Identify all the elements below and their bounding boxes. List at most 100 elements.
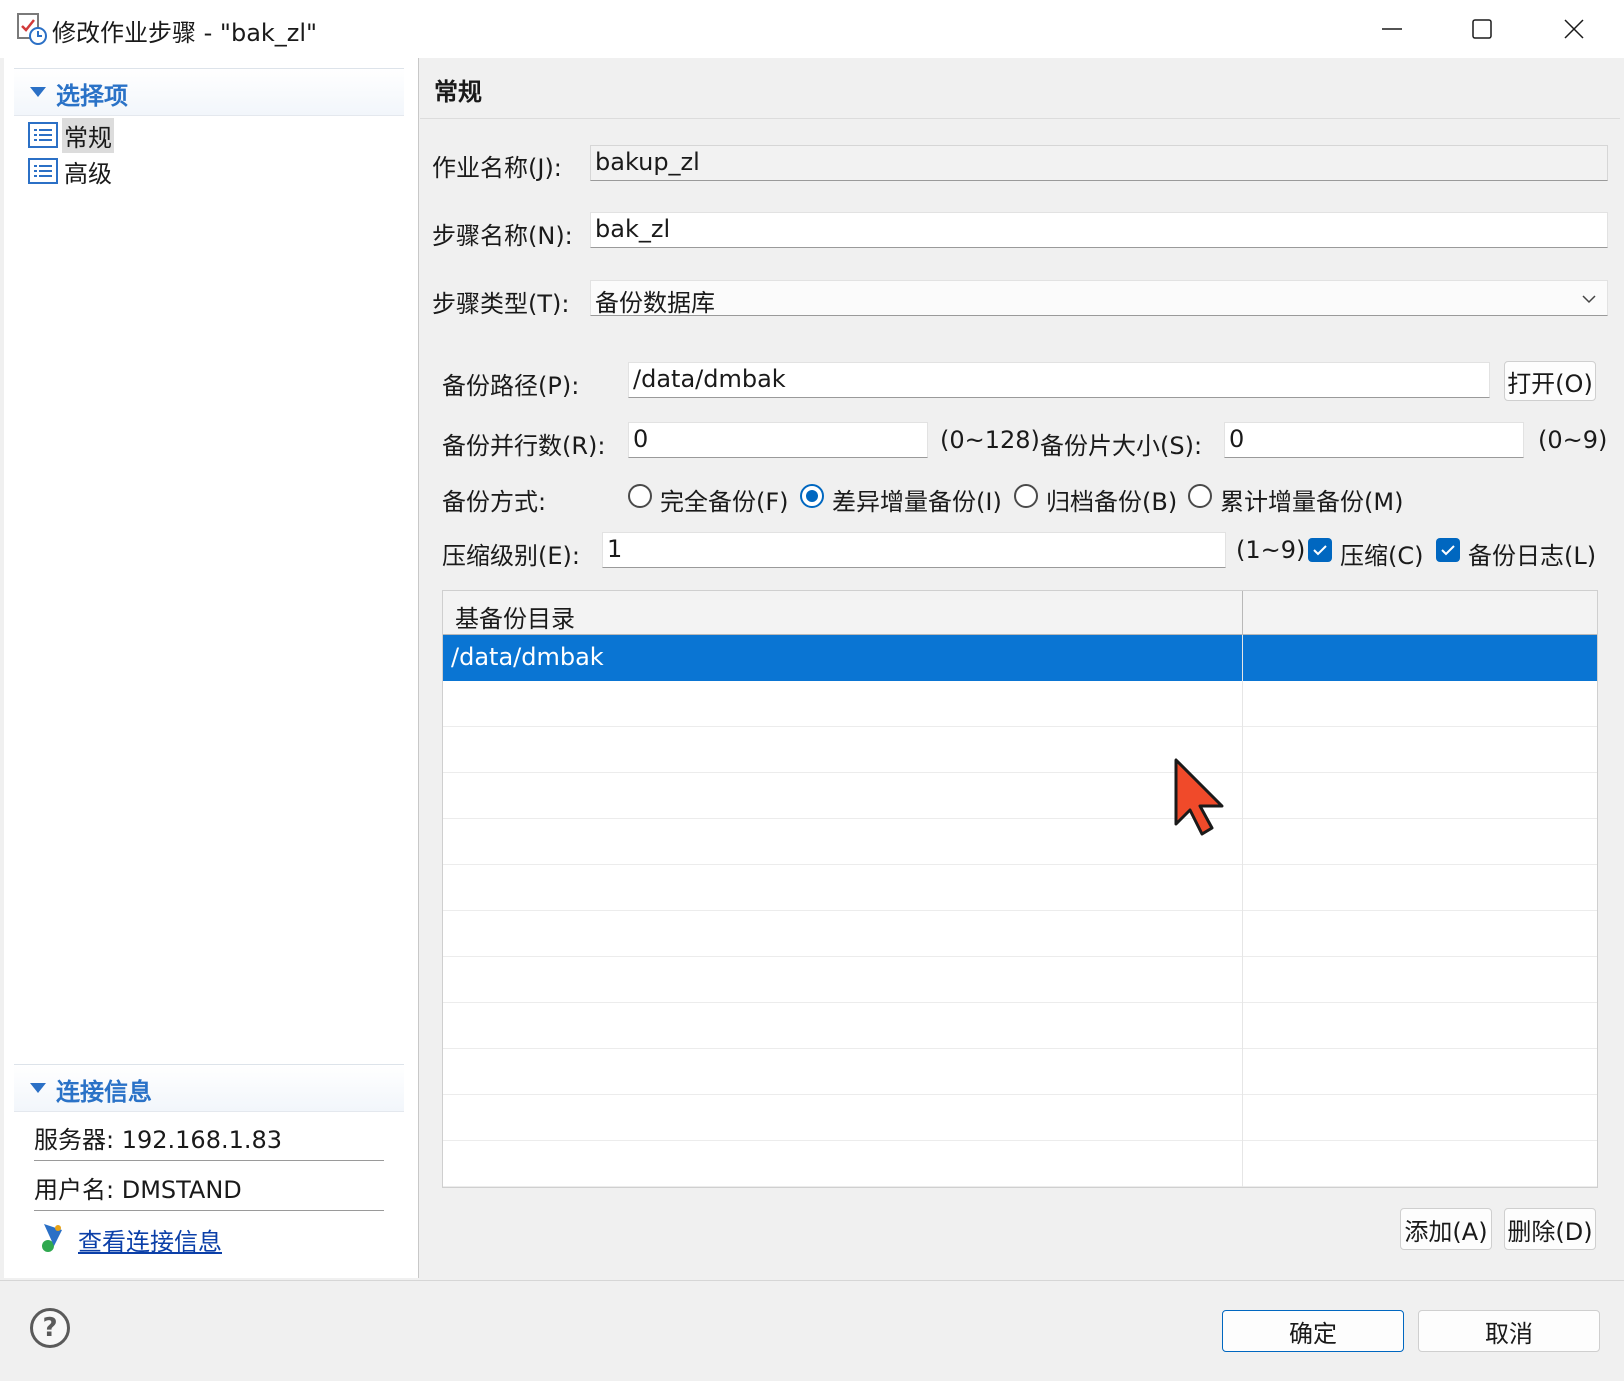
page-list-icon <box>28 158 58 184</box>
table-row[interactable] <box>443 727 1597 773</box>
close-button[interactable] <box>1528 0 1620 58</box>
radio-full-backup-label: 完全备份(F) <box>660 488 789 516</box>
piece-size-label: 备份片大小(S): <box>1040 432 1203 460</box>
divider <box>34 1210 384 1211</box>
backup-log-checkbox-label: 备份日志(L) <box>1468 542 1597 570</box>
collapse-triangle-icon <box>30 1083 46 1093</box>
nav-item-advanced-label: 高级 <box>64 159 112 188</box>
compress-checkbox[interactable] <box>1308 538 1332 562</box>
radio-differential-backup-label: 差异增量备份(I) <box>832 488 1002 516</box>
user-info: 用户名: DMSTAND <box>34 1176 242 1204</box>
radio-full-backup[interactable] <box>628 484 652 508</box>
table-cell: /data/dmbak <box>451 643 604 671</box>
column-divider <box>1242 635 1243 1187</box>
piece-size-field[interactable]: 0 <box>1224 422 1524 458</box>
table-row[interactable] <box>443 957 1597 1003</box>
step-name-field[interactable]: bak_zl <box>590 212 1608 248</box>
left-panel: 选择项 常规 高级 连接信息 服务器: 192.168.1.83 用户名: DM… <box>4 58 419 1278</box>
compress-range: (1~9) <box>1236 536 1306 564</box>
base-backup-table[interactable]: 基备份目录 /data/dmbak <box>442 590 1598 1188</box>
table-row[interactable]: /data/dmbak <box>443 635 1597 681</box>
connection-header-label: 连接信息 <box>56 1078 152 1106</box>
compress-level-field[interactable]: 1 <box>602 532 1226 568</box>
radio-cumulative-backup-label: 累计增量备份(M) <box>1220 488 1404 516</box>
view-connection-link[interactable]: 查看连接信息 <box>78 1222 222 1257</box>
job-name-field[interactable]: bakup_zl <box>590 145 1608 181</box>
help-button[interactable]: ? <box>30 1308 70 1348</box>
mouse-cursor-icon <box>1174 758 1224 836</box>
table-cell <box>443 1049 1243 1094</box>
radio-archive-backup-label: 归档备份(B) <box>1046 488 1178 516</box>
connection-info-icon <box>42 1224 62 1252</box>
backup-path-label: 备份路径(P): <box>442 372 580 400</box>
step-type-value: 备份数据库 <box>595 289 715 316</box>
step-type-label: 步骤类型(T): <box>432 290 570 318</box>
table-row[interactable] <box>443 865 1597 911</box>
backup-mode-label: 备份方式: <box>442 488 547 516</box>
column-header-base-backup-dir[interactable]: 基备份目录 <box>443 591 1243 635</box>
chevron-down-icon <box>1582 295 1596 304</box>
cancel-button[interactable]: 取消 <box>1418 1310 1600 1352</box>
help-icon: ? <box>42 1313 58 1343</box>
radio-archive-backup[interactable] <box>1014 484 1038 508</box>
table-cell <box>443 819 1243 864</box>
minimize-icon <box>1382 28 1402 30</box>
open-button[interactable]: 打开(O) <box>1504 361 1596 401</box>
table-row[interactable] <box>443 911 1597 957</box>
table-cell <box>443 1141 1243 1186</box>
table-cell <box>443 1095 1243 1140</box>
table-row[interactable] <box>443 1141 1597 1187</box>
server-info: 服务器: 192.168.1.83 <box>34 1126 283 1154</box>
maximize-button[interactable] <box>1436 0 1528 58</box>
radio-cumulative-backup[interactable] <box>1188 484 1212 508</box>
maximize-icon <box>1472 19 1492 39</box>
backup-path-field[interactable]: /data/dmbak <box>628 362 1490 398</box>
delete-button[interactable]: 删除(D) <box>1504 1208 1596 1250</box>
table-cell <box>443 957 1243 1002</box>
nav-item-general-label: 常规 <box>62 117 114 153</box>
section-title: 常规 <box>434 78 482 106</box>
table-row[interactable] <box>443 773 1597 819</box>
step-type-select[interactable]: 备份数据库 <box>590 280 1608 316</box>
check-icon <box>1313 545 1327 556</box>
footer-divider <box>0 1280 1624 1281</box>
divider <box>34 1160 384 1161</box>
step-name-label: 步骤名称(N): <box>432 222 573 250</box>
window-title: 修改作业步骤 - "bak_zl" <box>52 19 318 47</box>
table-row[interactable] <box>443 681 1597 727</box>
job-step-icon <box>17 13 47 45</box>
ok-button[interactable]: 确定 <box>1222 1310 1404 1352</box>
table-cell <box>443 1003 1243 1048</box>
radio-differential-backup[interactable] <box>800 484 824 508</box>
parallel-range: (0~128) <box>940 426 1040 454</box>
selection-section-header[interactable]: 选择项 <box>14 68 404 116</box>
table-row[interactable] <box>443 1095 1597 1141</box>
job-name-label: 作业名称(J): <box>432 154 562 182</box>
nav-item-general[interactable]: 常规 <box>28 117 114 153</box>
table-cell <box>443 727 1243 772</box>
page-list-icon <box>28 122 58 148</box>
connection-section-header[interactable]: 连接信息 <box>14 1064 404 1112</box>
section-title-bar: 常规 <box>420 58 1620 119</box>
table-row[interactable] <box>443 1049 1597 1095</box>
parallel-field[interactable]: 0 <box>628 422 928 458</box>
piece-size-range: (0~9) <box>1538 426 1608 454</box>
parallel-label: 备份并行数(R): <box>442 432 606 460</box>
selection-header-label: 选择项 <box>56 82 128 110</box>
check-icon <box>1441 545 1455 556</box>
backup-log-checkbox[interactable] <box>1436 538 1460 562</box>
add-button[interactable]: 添加(A) <box>1400 1208 1492 1250</box>
minimize-button[interactable] <box>1346 0 1438 58</box>
table-cell <box>443 773 1243 818</box>
compress-checkbox-label: 压缩(C) <box>1340 542 1424 570</box>
column-header-empty <box>1243 591 1597 635</box>
table-row[interactable] <box>443 1003 1597 1049</box>
title-bar: 修改作业步骤 - "bak_zl" <box>0 0 1624 58</box>
collapse-triangle-icon <box>30 87 46 97</box>
compress-level-label: 压缩级别(E): <box>442 542 580 570</box>
close-icon <box>1564 19 1584 39</box>
table-cell <box>443 865 1243 910</box>
table-row[interactable] <box>443 819 1597 865</box>
table-cell <box>443 681 1243 726</box>
nav-item-advanced[interactable]: 高级 <box>28 154 114 188</box>
